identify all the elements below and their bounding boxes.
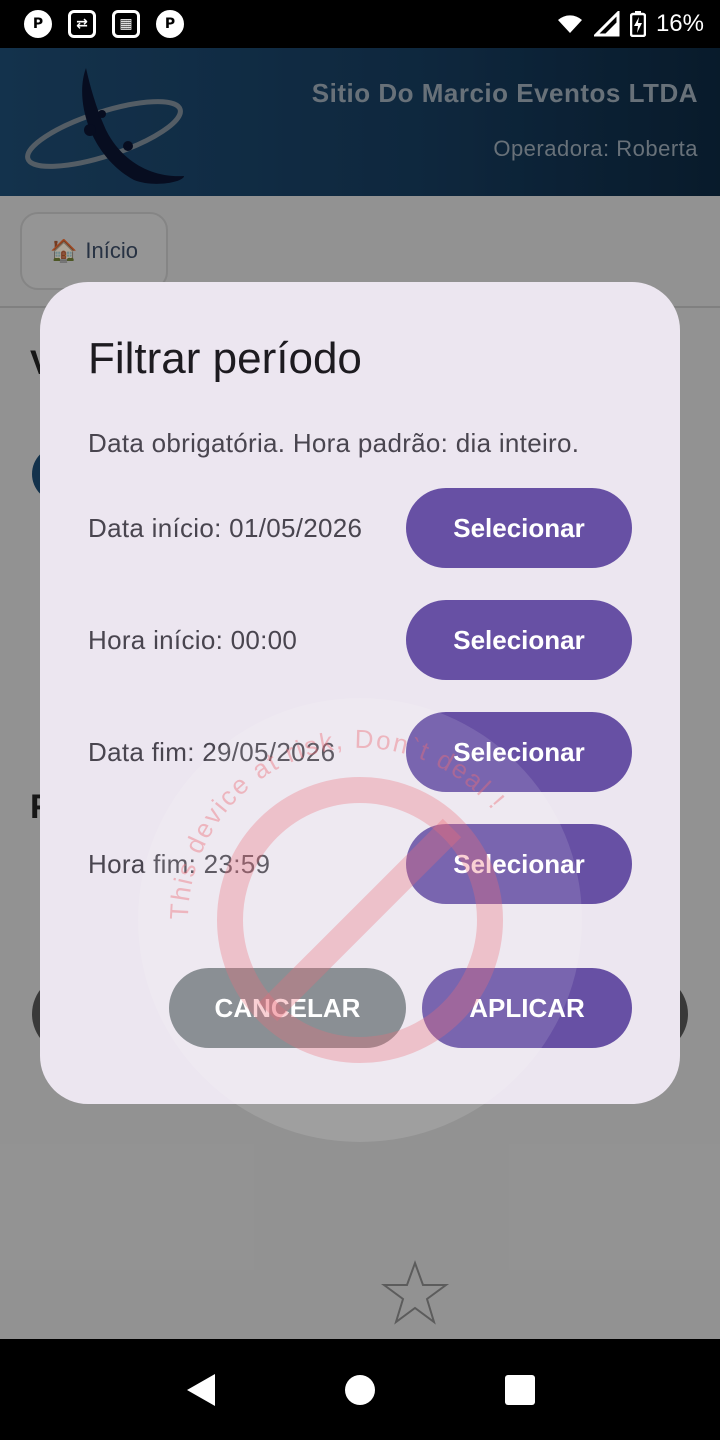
signal-icon xyxy=(593,11,620,37)
filter-period-dialog: Filtrar período Data obrigatória. Hora p… xyxy=(40,282,680,1104)
status-bar: P ⇄ ▦ P 16% xyxy=(0,0,720,48)
cancel-button[interactable]: CANCELAR xyxy=(169,968,406,1048)
back-button[interactable] xyxy=(160,1350,240,1430)
system-status: 16% xyxy=(556,10,704,38)
recents-button[interactable] xyxy=(480,1350,560,1430)
wifi-icon xyxy=(557,15,582,33)
app-icon-2: ⇄ xyxy=(68,10,96,38)
notification-icons: P ⇄ ▦ P xyxy=(24,10,184,38)
start-time-label: Hora início: 00:00 xyxy=(88,624,298,655)
battery-icon xyxy=(629,11,646,37)
select-end-time-button[interactable]: Selecionar xyxy=(406,824,632,904)
end-time-label: Hora fim: 23:59 xyxy=(88,848,271,879)
system-nav-bar xyxy=(0,1339,720,1440)
select-start-time-button[interactable]: Selecionar xyxy=(406,600,632,680)
end-date-label: Data fim: 29/05/2026 xyxy=(88,736,336,767)
app-icon-4: P xyxy=(156,10,184,38)
select-start-date-button[interactable]: Selecionar xyxy=(406,488,632,568)
dialog-subtitle: Data obrigatória. Hora padrão: dia intei… xyxy=(88,428,580,458)
home-nav-button[interactable] xyxy=(320,1350,400,1430)
recents-square-icon xyxy=(505,1374,535,1405)
start-time-row: Hora início: 00:00 Selecionar xyxy=(88,600,632,680)
end-time-row: Hora fim: 23:59 Selecionar xyxy=(88,824,632,904)
start-date-label: Data início: 01/05/2026 xyxy=(88,512,363,543)
app-icon-1: P xyxy=(24,10,52,38)
dialog-actions: CANCELAR APLICAR xyxy=(169,968,632,1048)
battery-percent: 16% xyxy=(655,10,704,37)
apply-button[interactable]: APLICAR xyxy=(422,968,632,1048)
end-date-row: Data fim: 29/05/2026 Selecionar xyxy=(88,712,632,792)
back-triangle-icon xyxy=(187,1373,215,1406)
dialog-title: Filtrar período xyxy=(88,334,362,383)
home-circle-icon xyxy=(345,1374,375,1405)
app-icon-3: ▦ xyxy=(112,10,140,38)
select-end-date-button[interactable]: Selecionar xyxy=(406,712,632,792)
start-date-row: Data início: 01/05/2026 Selecionar xyxy=(88,488,632,568)
